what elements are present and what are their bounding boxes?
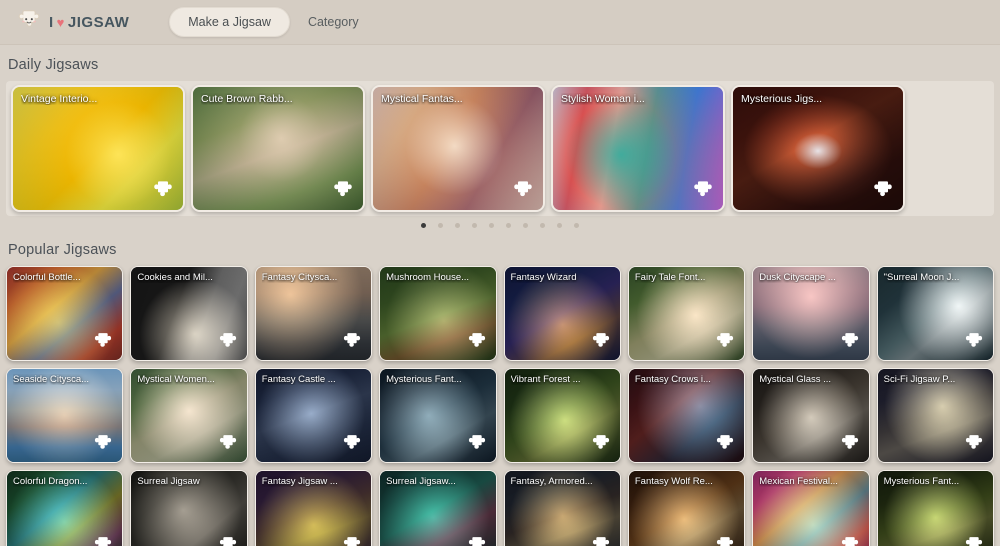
jigsaw-thumbnail <box>733 87 903 210</box>
popular-jigsaw-card[interactable]: Mysterious Fant... <box>876 470 994 546</box>
popular-jigsaw-card[interactable]: Sci-Fi Jigsaw P... <box>876 368 994 463</box>
pagination-dot[interactable] <box>540 223 545 228</box>
popular-jigsaw-card[interactable]: Mexican Festival... <box>752 470 870 546</box>
pagination-dot[interactable] <box>472 223 477 228</box>
jigsaw-thumbnail <box>373 87 543 210</box>
popular-jigsaw-card[interactable]: Surreal Jigsaw <box>130 470 248 546</box>
jigsaw-thumbnail <box>753 267 869 360</box>
jigsaw-thumbnail <box>131 471 247 546</box>
jigsaw-thumbnail <box>504 267 620 360</box>
popular-jigsaw-card[interactable]: Surreal Jigsaw... <box>379 470 497 546</box>
jigsaw-thumbnail <box>7 369 123 462</box>
popular-jigsaw-card[interactable]: Fantasy Wizard <box>503 266 621 361</box>
jigsaw-thumbnail <box>255 369 372 462</box>
jigsaw-thumbnail <box>193 87 363 210</box>
jigsaw-thumbnail <box>7 471 123 546</box>
jigsaw-thumbnail <box>380 369 496 462</box>
daily-jigsaw-card[interactable]: Mysterious Jigs... <box>731 85 905 212</box>
daily-jigsaw-card[interactable]: Stylish Woman i... <box>551 85 725 212</box>
popular-jigsaws-heading: Popular Jigsaws <box>8 242 117 258</box>
pagination-dot[interactable] <box>557 223 562 228</box>
pagination-dot[interactable] <box>489 223 494 228</box>
pagination-dot[interactable] <box>523 223 528 228</box>
popular-jigsaw-card[interactable]: Fantasy Citysca... <box>254 266 373 361</box>
pagination-dot-active[interactable] <box>421 223 426 228</box>
popular-jigsaw-card[interactable]: Seaside Citysca... <box>6 368 124 463</box>
popular-jigsaw-card[interactable]: Mystical Glass ... <box>752 368 870 463</box>
daily-jigsaws-heading: Daily Jigsaws <box>8 57 99 73</box>
jigsaw-thumbnail <box>753 369 869 462</box>
make-a-jigsaw-button[interactable]: Make a Jigsaw <box>169 7 290 37</box>
jigsaw-thumbnail <box>628 267 745 360</box>
main-nav: Make a Jigsaw Category <box>169 7 362 37</box>
popular-jigsaw-card[interactable]: Mystical Women... <box>130 368 248 463</box>
popular-jigsaw-card[interactable]: Fantasy Crows i... <box>627 368 746 463</box>
popular-jigsaw-card[interactable]: Colorful Dragon... <box>6 470 124 546</box>
popular-jigsaw-card[interactable]: Mushroom House... <box>379 266 497 361</box>
popular-jigsaw-card[interactable]: Vibrant Forest ... <box>503 368 621 463</box>
popular-jigsaw-card[interactable]: Colorful Bottle... <box>6 266 124 361</box>
popular-jigsaws-grid: Colorful Bottle... Cookies and Mil... Fant… <box>6 266 994 546</box>
daily-jigsaws-section: Vintage Interio... Cute Brown Rabb... Myst… <box>0 81 1000 216</box>
daily-jigsaws-carousel[interactable]: Vintage Interio... Cute Brown Rabb... Myst… <box>6 81 994 216</box>
jigsaw-thumbnail <box>628 369 745 462</box>
jigsaw-thumbnail <box>877 471 993 546</box>
daily-jigsaw-card[interactable]: Cute Brown Rabb... <box>191 85 365 212</box>
jigsaw-thumbnail <box>628 471 745 546</box>
jigsaw-thumbnail <box>380 471 496 546</box>
popular-jigsaws-section: Colorful Bottle... Cookies and Mil... Fant… <box>0 266 1000 546</box>
carousel-pagination[interactable] <box>0 216 1000 230</box>
brand-wordmark: I ♥ JIGSAW <box>49 14 129 31</box>
jigsaw-thumbnail <box>504 471 620 546</box>
daily-jigsaw-card[interactable]: Vintage Interio... <box>11 85 185 212</box>
popular-jigsaw-card[interactable]: Dusk Cityscape ... <box>752 266 870 361</box>
popular-jigsaw-card[interactable]: Fantasy, Armored... <box>503 470 621 546</box>
popular-jigsaw-card[interactable]: Mysterious Fant... <box>379 368 497 463</box>
popular-jigsaw-card[interactable]: "Surreal Moon J... <box>876 266 994 361</box>
heart-icon: ♥ <box>56 14 65 30</box>
popular-jigsaw-card[interactable]: Fairy Tale Font... <box>627 266 746 361</box>
jigsaw-thumbnail <box>131 267 247 360</box>
app-header: I ♥ JIGSAW Make a Jigsaw Category <box>0 0 1000 45</box>
daily-jigsaw-card[interactable]: Mystical Fantas... <box>371 85 545 212</box>
jigsaw-thumbnail <box>255 267 372 360</box>
jigsaw-thumbnail <box>877 267 993 360</box>
pagination-dot[interactable] <box>438 223 443 228</box>
jigsaw-thumbnail <box>131 369 247 462</box>
brand-prefix: I <box>49 13 54 31</box>
brand-logo[interactable]: I ♥ JIGSAW <box>14 7 129 37</box>
jigsaw-thumbnail <box>13 87 183 210</box>
pagination-dot[interactable] <box>574 223 579 228</box>
jigsaw-thumbnail <box>877 369 993 462</box>
puzzle-piece-icon <box>14 7 44 37</box>
category-link[interactable]: Category <box>304 9 363 35</box>
jigsaw-thumbnail <box>504 369 620 462</box>
popular-jigsaw-card[interactable]: Fantasy Wolf Re... <box>627 470 746 546</box>
jigsaw-thumbnail <box>553 87 723 210</box>
brand-word: JIGSAW <box>67 13 130 31</box>
jigsaw-thumbnail <box>753 471 869 546</box>
jigsaw-thumbnail <box>7 267 123 360</box>
jigsaw-thumbnail <box>380 267 496 360</box>
popular-jigsaw-card[interactable]: Cookies and Mil... <box>130 266 248 361</box>
popular-jigsaw-card[interactable]: Fantasy Jigsaw ... <box>254 470 373 546</box>
popular-jigsaw-card[interactable]: Fantasy Castle ... <box>254 368 373 463</box>
pagination-dot[interactable] <box>455 223 460 228</box>
pagination-dot[interactable] <box>506 223 511 228</box>
jigsaw-thumbnail <box>255 471 372 546</box>
